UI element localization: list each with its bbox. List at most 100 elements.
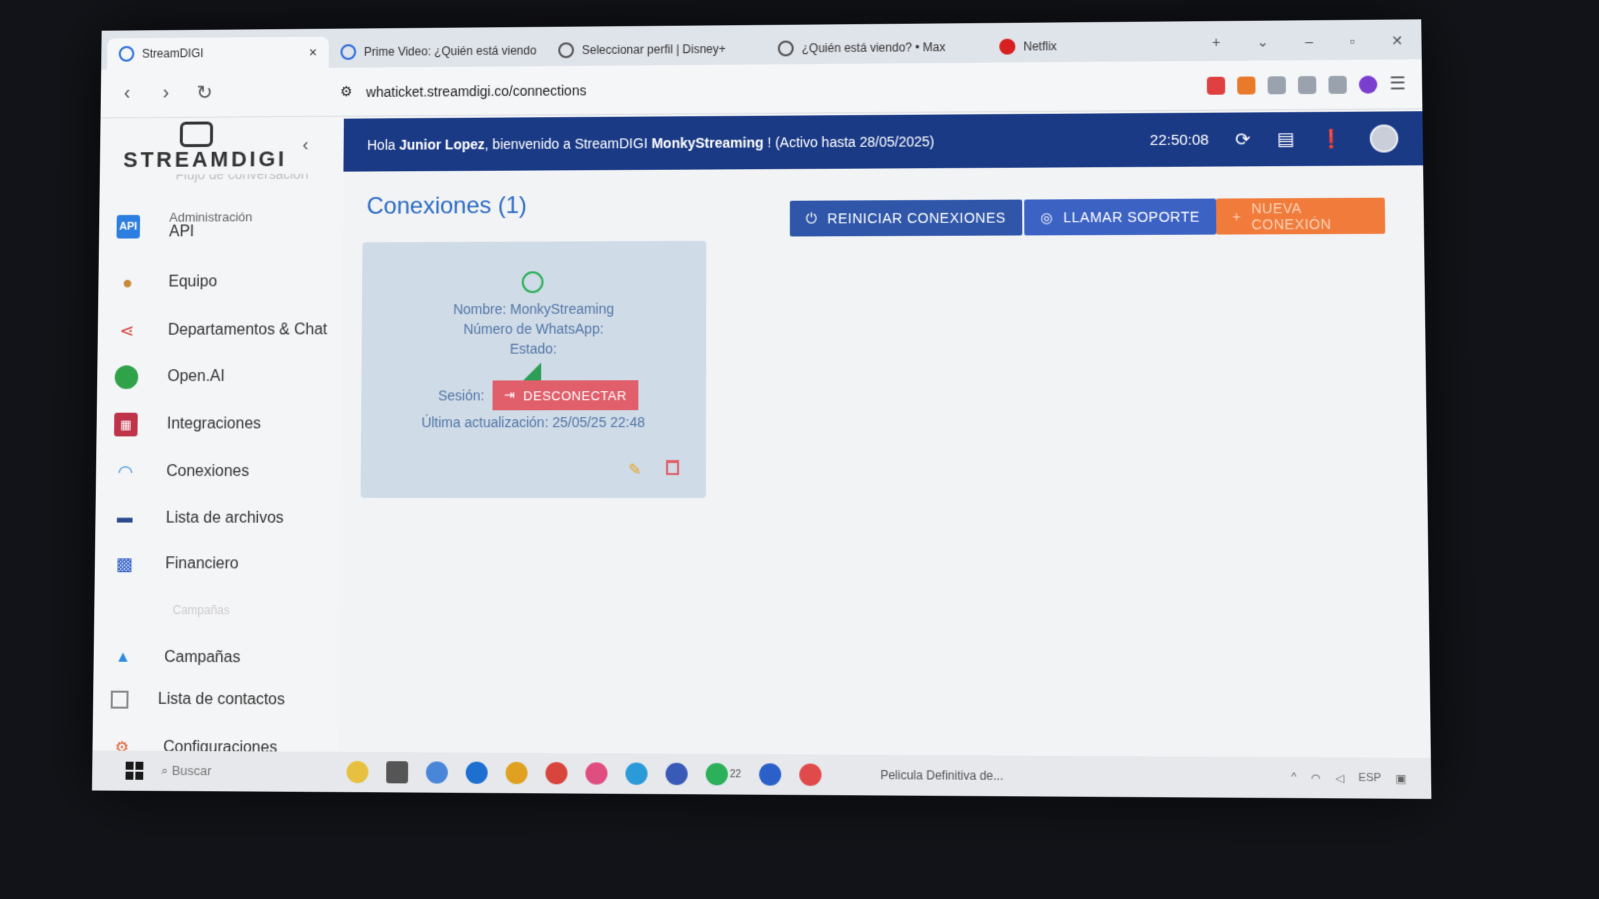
- close-window-icon[interactable]: ✕: [1391, 32, 1403, 49]
- sidebar-item-api[interactable]: API Administración API: [116, 209, 253, 241]
- extensions-area: ☰: [1206, 73, 1406, 95]
- chevron-up-icon[interactable]: ^: [1291, 771, 1296, 783]
- trash-icon[interactable]: [666, 460, 680, 476]
- sidebar-item-label: Financiero: [165, 555, 239, 573]
- signal-status-icon: [523, 362, 542, 381]
- taskbar-search[interactable]: ⌕ Buscar: [161, 763, 329, 780]
- restart-connections-button[interactable]: ⏻ REINICIAR CONEXIONES: [789, 199, 1022, 237]
- brave-shield-icon[interactable]: [1206, 76, 1226, 95]
- new-connection-button[interactable]: + NUEVA CONEXIÓN: [1215, 197, 1386, 235]
- tab-disney[interactable]: Seleccionar perfil | Disney+: [546, 33, 766, 66]
- app-icon[interactable]: [665, 762, 688, 786]
- call-support-button[interactable]: ◎ LLAMAR SOPORTE: [1024, 198, 1217, 236]
- clock: 22:50:08: [1149, 131, 1209, 149]
- menu-icon[interactable]: ☰: [1389, 73, 1406, 94]
- outlook-icon[interactable]: [465, 761, 488, 784]
- sidebar-item-label: Administración API: [168, 209, 253, 241]
- sidebar-item-label-main: API: [168, 223, 195, 241]
- app-icon[interactable]: [799, 763, 822, 786]
- person-icon: ●: [122, 272, 134, 293]
- sidebar-item-equipo[interactable]: ● Equipo: [116, 271, 217, 295]
- prime-favicon-icon: [340, 44, 357, 60]
- new-tab-button[interactable]: +: [1212, 34, 1220, 51]
- collapse-sidebar-icon[interactable]: ‹: [303, 135, 309, 156]
- media-notification[interactable]: Pelicula Definitiva de...: [880, 768, 1003, 783]
- sidebar-item-label: Equipo: [168, 273, 218, 291]
- sidebar-item-sublabel: Administración: [169, 209, 253, 225]
- whatsapp-icon: [521, 271, 544, 294]
- session-label: Sesión:: [438, 387, 485, 404]
- chat-icon[interactable]: ▤: [1277, 129, 1294, 150]
- tab-max[interactable]: ¿Quién está viendo? • Max: [766, 31, 987, 64]
- sidebar-item-financiero[interactable]: ▩ Financiero: [112, 552, 239, 576]
- chrome-icon[interactable]: [505, 761, 528, 785]
- header-actions: 22:50:08 ⟳ ▤ ❗: [1150, 124, 1399, 154]
- url-field[interactable]: ⚙ whaticket.streamdigi.co/connections: [340, 79, 893, 100]
- sidebar-item-label: Lista de archivos: [165, 509, 284, 527]
- sidebar-toggle-icon[interactable]: [1297, 75, 1317, 94]
- site-info-icon[interactable]: ⚙: [340, 83, 352, 100]
- wallet-icon[interactable]: [1328, 75, 1347, 94]
- sidebar-item-departamentos[interactable]: ⋖ Departamentos & Chat: [115, 318, 328, 342]
- minimize-icon[interactable]: –: [1305, 33, 1313, 50]
- windows-start-icon[interactable]: [125, 761, 144, 780]
- tab-prime-video[interactable]: Prime Video: ¿Quién está viendo: [329, 35, 547, 68]
- streamdigi-favicon-icon: [118, 45, 135, 62]
- volume-icon[interactable]: ◁: [1335, 771, 1344, 784]
- file-explorer-icon[interactable]: [425, 761, 448, 784]
- whatsapp-taskbar-item[interactable]: 22: [705, 762, 741, 786]
- tab-list-icon[interactable]: ⌄: [1257, 34, 1269, 51]
- tab-label: Seleccionar perfil | Disney+: [581, 42, 726, 58]
- disconnect-button[interactable]: ⇥ DESCONECTAR: [492, 380, 639, 411]
- app-icon[interactable]: [759, 763, 782, 786]
- telegram-icon[interactable]: [625, 762, 648, 785]
- extension-icon[interactable]: [1267, 75, 1286, 94]
- greet-mid: , bienvenido a StreamDIGI: [484, 135, 652, 153]
- task-view-icon[interactable]: [386, 761, 409, 784]
- connection-name: Nombre: MonkyStreaming: [453, 300, 615, 318]
- tab-streamdigi[interactable]: StreamDIGI ×: [106, 36, 329, 70]
- max-favicon-icon: [777, 40, 794, 57]
- profile-extension-icon[interactable]: [1358, 75, 1378, 94]
- edit-icon[interactable]: ✎: [628, 460, 641, 480]
- tab-netflix[interactable]: Netflix: [987, 30, 1118, 63]
- brave-rewards-icon[interactable]: [1237, 75, 1256, 95]
- page-title: Conexiones (1): [366, 192, 527, 220]
- brave-icon[interactable]: [545, 762, 568, 785]
- app-icon[interactable]: [585, 762, 608, 785]
- notification-icon[interactable]: ▣: [1396, 772, 1407, 785]
- language-indicator[interactable]: ESP: [1358, 772, 1381, 784]
- avatar[interactable]: [1369, 124, 1399, 153]
- back-icon[interactable]: ‹: [116, 82, 138, 105]
- button-label: DESCONECTAR: [523, 387, 627, 403]
- openai-icon: [114, 365, 139, 390]
- sidebar-item-openai[interactable]: Open.AI: [114, 365, 225, 390]
- contacts-icon: [110, 690, 129, 709]
- widgets-icon[interactable]: [346, 760, 369, 784]
- sidebar-item-integraciones[interactable]: ▦ Integraciones: [114, 412, 261, 437]
- alert-icon[interactable]: ❗: [1320, 128, 1343, 149]
- sidebar-item-campanas[interactable]: ▲ Campañas: [111, 646, 240, 670]
- tab-label: ¿Quién está viendo? • Max: [801, 40, 946, 56]
- company-name: MonkyStreaming: [651, 134, 764, 152]
- close-tab-icon[interactable]: ×: [309, 44, 317, 60]
- taskbar-search-label: Buscar: [171, 762, 212, 779]
- power-icon: ⏻: [805, 210, 818, 226]
- logout-icon: ⇥: [504, 387, 516, 403]
- whatsapp-icon: [705, 762, 728, 786]
- sidebar-item-label: Conexiones: [166, 463, 250, 480]
- sidebar-item-flujo-partial[interactable]: Flujo de conversación: [175, 174, 331, 185]
- sidebar-item-conexiones[interactable]: ◠ Conexiones: [113, 460, 250, 484]
- reload-icon[interactable]: ↻: [194, 80, 216, 105]
- refresh-icon[interactable]: ⟳: [1235, 129, 1250, 150]
- sidebar-item-contactos[interactable]: Lista de contactos: [110, 690, 285, 710]
- sidebar-item-label: Campañas: [164, 648, 241, 667]
- maximize-icon[interactable]: ▫: [1350, 33, 1355, 50]
- forward-icon[interactable]: ›: [155, 82, 177, 105]
- wifi-icon[interactable]: ◠: [1311, 771, 1321, 784]
- sidebar-item-archivos[interactable]: ▬ Lista de archivos: [113, 507, 284, 531]
- button-label: NUEVA CONEXIÓN: [1251, 200, 1332, 233]
- api-icon: API: [116, 214, 141, 239]
- tab-label: StreamDIGI: [141, 46, 204, 61]
- connection-state: Estado:: [509, 340, 557, 357]
